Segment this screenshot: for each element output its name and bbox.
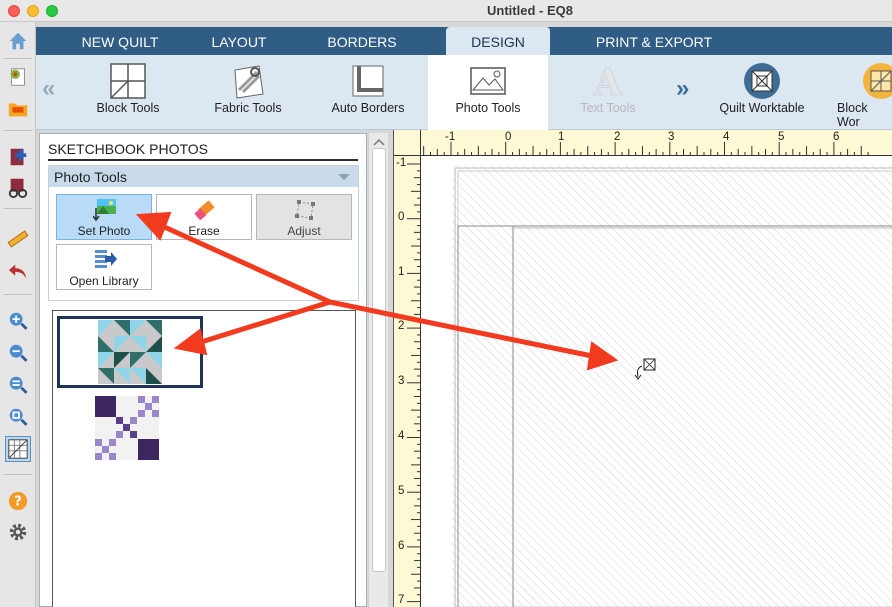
home-icon[interactable] [5, 28, 31, 54]
top-ruler-label: 6 [833, 131, 840, 143]
top-ruler: -1 0 1 2 3 4 5 6 [421, 130, 892, 156]
grid-view-icon[interactable] [5, 436, 31, 462]
block-tools-label: Block Tools [96, 101, 160, 115]
panel-scrollbar[interactable] [368, 133, 388, 607]
quilt-outer-border [452, 165, 892, 607]
left-ruler-label: 5 [398, 485, 405, 497]
panel-divider [48, 159, 358, 161]
photo-tools-button[interactable]: Photo Tools [428, 55, 548, 130]
zoom-out-icon[interactable] [5, 340, 31, 366]
ruler-corner [394, 130, 421, 156]
photo-tools-icon [470, 67, 506, 95]
quilt-worktable-label: Quilt Worktable [719, 101, 805, 115]
text-tools-button[interactable]: A Text Tools [548, 55, 668, 130]
left-ruler-label: 1 [398, 266, 405, 278]
title-bar: Untitled - EQ8 [0, 0, 892, 22]
add-to-sketchbook-icon[interactable] [5, 144, 31, 170]
photo-tools-group: Photo Tools Set Photo Erase Adjust Open … [48, 165, 359, 301]
erase-button[interactable]: Erase [156, 194, 252, 240]
top-ruler-label: 4 [723, 131, 730, 143]
set-photo-icon [93, 199, 116, 222]
top-ruler-label: 3 [668, 131, 675, 143]
block-tools-button[interactable]: Block Tools [68, 55, 188, 130]
set-photo-label: Set Photo [77, 224, 131, 238]
open-library-button[interactable]: Open Library [56, 244, 152, 290]
open-library-label: Open Library [69, 274, 139, 288]
fabric-tools-label: Fabric Tools [214, 101, 282, 115]
open-library-icon [95, 250, 117, 268]
top-ruler-label: 1 [558, 131, 565, 143]
adjust-label: Adjust [287, 224, 321, 238]
photo-thumbnail-nine-patch[interactable] [95, 396, 161, 462]
help-icon[interactable]: ? [5, 488, 31, 514]
top-ruler-ticks [423, 142, 869, 156]
left-ruler: -1 0 1 2 3 4 5 6 7 [394, 156, 421, 607]
settings-icon[interactable] [5, 519, 31, 545]
adjust-icon [295, 200, 315, 220]
left-ruler-label: 7 [398, 594, 405, 606]
main-tabs: NEW QUILT LAYOUT BORDERS DESIGN PRINT & … [36, 27, 892, 55]
auto-borders-button[interactable]: Auto Borders [308, 55, 428, 130]
fabric-tools-icon [234, 65, 264, 99]
text-tools-label: Text Tools [580, 101, 636, 115]
fabric-tools-button[interactable]: Fabric Tools [188, 55, 308, 130]
left-ruler-label: 2 [398, 320, 405, 332]
left-ruler-label: 3 [398, 375, 405, 387]
photo-tools-header-label: Photo Tools [54, 169, 127, 185]
panel-title: SKETCHBOOK PHOTOS [48, 141, 208, 157]
top-ruler-label: 5 [778, 131, 785, 143]
tab-new-quilt[interactable]: NEW QUILT [56, 27, 184, 55]
tab-design[interactable]: DESIGN [446, 27, 550, 55]
top-ruler-label: 0 [505, 131, 512, 143]
ribbon-scroll-left-icon[interactable]: « [42, 75, 55, 103]
left-ruler-label: -1 [396, 157, 407, 169]
photo-list [52, 310, 356, 607]
block-tools-icon [110, 63, 146, 99]
left-ruler-label: 4 [398, 430, 405, 442]
left-toolbar: ? [0, 22, 36, 607]
zoom-page-icon[interactable] [5, 404, 31, 430]
new-quilt-icon[interactable] [5, 64, 31, 90]
block-worktable-button[interactable]: Block Wor [822, 55, 892, 130]
auto-borders-icon [352, 65, 384, 97]
block-worktable-label: Block Wor [837, 101, 868, 129]
zoom-in-icon[interactable] [5, 308, 31, 334]
block-worktable-icon [863, 63, 892, 99]
text-tools-icon: A [593, 62, 624, 100]
top-ruler-label: -1 [445, 131, 456, 143]
photo-thumbnail-star-block[interactable] [57, 316, 203, 388]
star-block-photo [98, 320, 162, 384]
scrollbar-thumb[interactable] [372, 148, 386, 572]
erase-label: Erase [188, 224, 220, 238]
svg-text:?: ? [14, 495, 21, 510]
left-ruler-label: 0 [398, 211, 405, 223]
set-photo-button[interactable]: Set Photo [56, 194, 152, 240]
svg-text:A: A [593, 62, 623, 100]
window-title: Untitled - EQ8 [487, 3, 573, 18]
photo-tools-label: Photo Tools [455, 101, 521, 115]
tab-borders[interactable]: BORDERS [304, 27, 420, 55]
ribbon-scroll-right-icon[interactable]: » [676, 75, 689, 103]
view-sketchbook-icon[interactable] [5, 174, 31, 200]
ruler-icon[interactable] [5, 226, 31, 252]
collapse-caret-icon[interactable] [338, 174, 350, 180]
left-ruler-label: 6 [398, 540, 405, 552]
tab-layout[interactable]: LAYOUT [184, 27, 294, 55]
nine-patch-block-photo [95, 396, 159, 460]
scroll-up-icon[interactable] [371, 137, 387, 147]
open-file-icon[interactable] [5, 96, 31, 122]
auto-borders-label: Auto Borders [331, 101, 405, 115]
photo-tools-header[interactable]: Photo Tools [49, 166, 358, 187]
sketchbook-photos-panel: SKETCHBOOK PHOTOS Photo Tools Set Photo … [39, 133, 367, 607]
quilt-worktable-button[interactable]: Quilt Worktable [702, 55, 822, 130]
undo-icon[interactable] [5, 258, 31, 284]
zoom-fit-icon[interactable] [5, 372, 31, 398]
top-ruler-label: 2 [614, 131, 621, 143]
set-photo-cursor-icon [634, 358, 656, 380]
ribbon-toolbar: « Block Tools Fabric Tools Auto Borders … [36, 55, 892, 130]
erase-icon [194, 200, 215, 221]
adjust-button[interactable]: Adjust [256, 194, 352, 240]
tab-print-export[interactable]: PRINT & EXPORT [584, 27, 724, 55]
quilt-worktable-icon [744, 63, 780, 99]
